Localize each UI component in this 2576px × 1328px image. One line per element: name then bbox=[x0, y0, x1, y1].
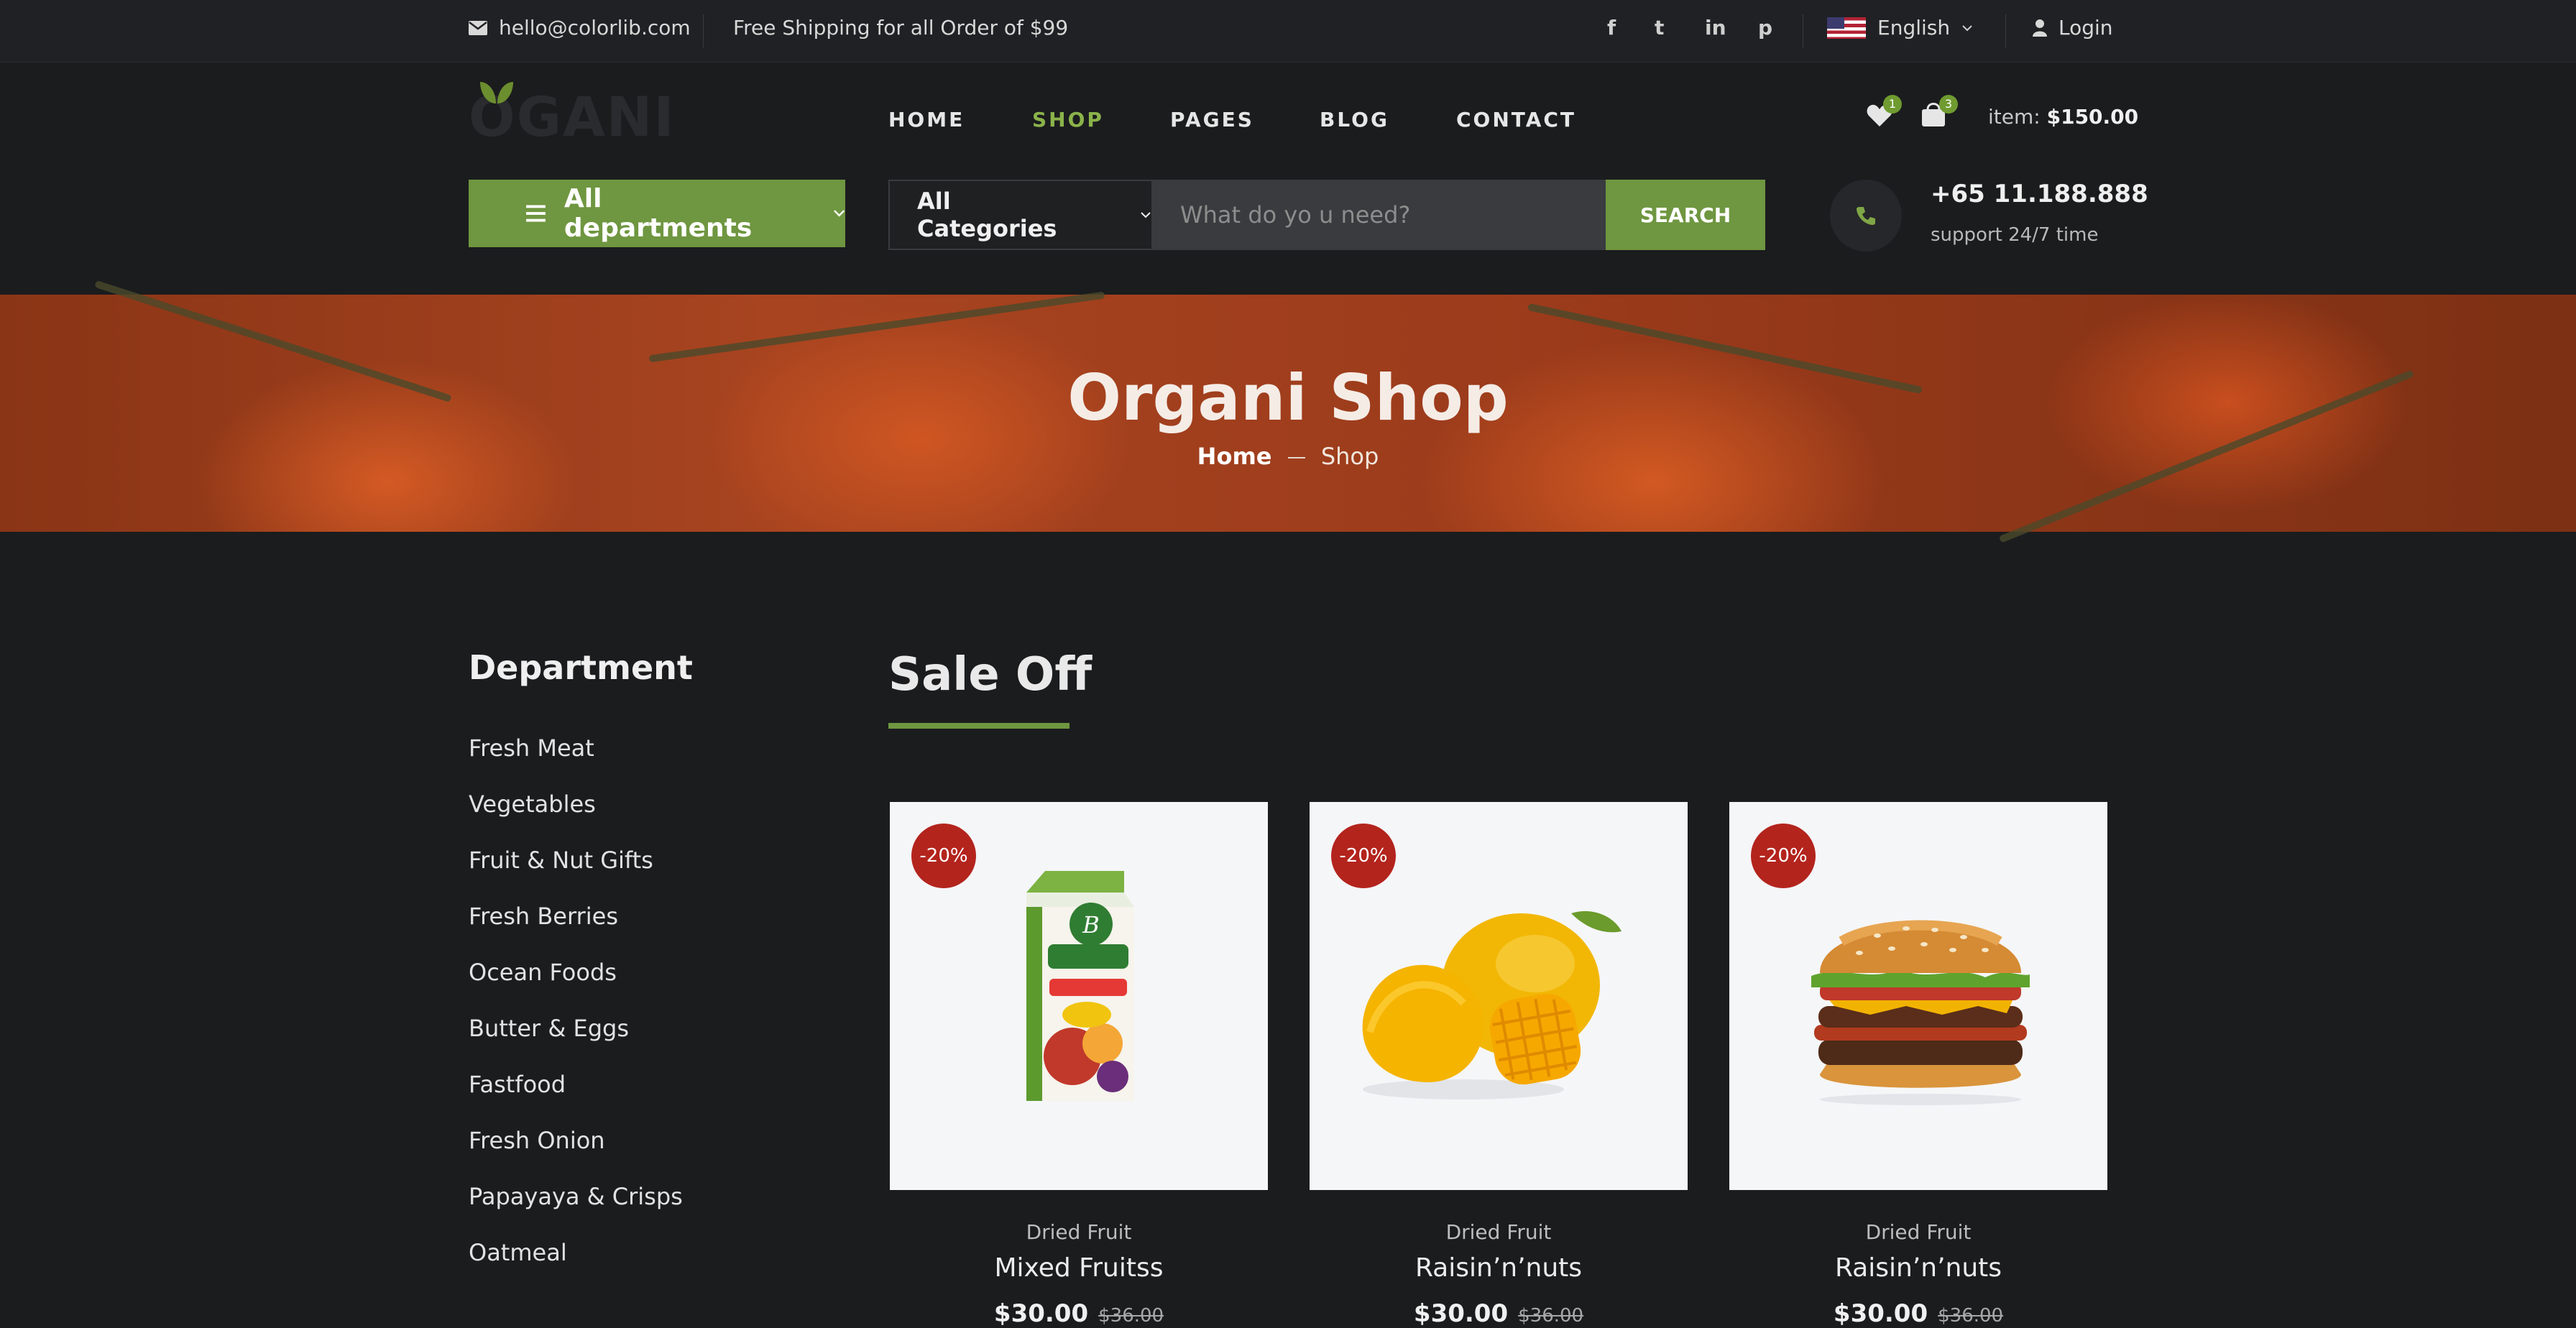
search-input[interactable] bbox=[1153, 180, 1606, 250]
all-departments-label: All departments bbox=[564, 184, 753, 243]
user-icon bbox=[2033, 19, 2047, 37]
cart-total: item: $150.00 bbox=[1988, 105, 2138, 129]
cart-count-badge: 3 bbox=[1939, 95, 1958, 114]
breadcrumb-home[interactable]: Home bbox=[1197, 443, 1272, 470]
nav-home[interactable]: HOME bbox=[888, 108, 965, 132]
product-name[interactable]: Mixed Fruitss bbox=[890, 1253, 1268, 1283]
chevron-down-icon bbox=[1141, 212, 1151, 218]
cart-item-label: item: bbox=[1988, 105, 2041, 129]
mango-image bbox=[1362, 910, 1622, 1099]
linkedin-icon[interactable]: in bbox=[1705, 16, 1726, 40]
cart-item-total: $150.00 bbox=[2046, 105, 2139, 129]
us-flag-icon bbox=[1827, 17, 1866, 39]
tomato-vine-decoration bbox=[648, 291, 1105, 363]
chevron-down-icon bbox=[833, 210, 845, 217]
phone-number: +65 11.188.888 bbox=[1931, 180, 2148, 208]
nav-pages[interactable]: PAGES bbox=[1170, 108, 1254, 132]
all-departments-button[interactable]: All departments bbox=[469, 180, 845, 247]
search-button[interactable]: SEARCH bbox=[1606, 180, 1765, 250]
product-card[interactable]: -20% Dried Fruit Raisin’n’nuts $30.00 $36… bbox=[1310, 802, 1688, 1328]
product-old-price: $36.00 bbox=[1098, 1305, 1164, 1327]
product-name[interactable]: Raisin’n’nuts bbox=[1310, 1253, 1688, 1283]
topbar-divider bbox=[703, 14, 704, 47]
burger-image bbox=[1811, 920, 2030, 1105]
product-old-price: $36.00 bbox=[1938, 1305, 2004, 1327]
sale-off-heading: Sale Off bbox=[888, 648, 1092, 701]
chevron-down-icon bbox=[1962, 24, 1972, 31]
product-category: Dried Fruit bbox=[1865, 1220, 1972, 1244]
product-name[interactable]: Raisin’n’nuts bbox=[1729, 1253, 2107, 1283]
svg-text:B: B bbox=[1082, 911, 1100, 939]
phone-icon-wrapper bbox=[1830, 180, 1902, 252]
product-card[interactable]: -20% Dried Fruit Raisin’n’nuts $30.00 $36… bbox=[1729, 802, 2107, 1328]
product-category: Dried Fruit bbox=[1445, 1220, 1552, 1244]
product-current-price: $30.00 bbox=[1833, 1299, 1928, 1328]
discount-badge: -20% bbox=[1751, 824, 1816, 888]
login-link[interactable]: Login bbox=[2033, 16, 2113, 40]
login-label: Login bbox=[2058, 16, 2113, 40]
page-title: Organi Shop bbox=[1067, 361, 1509, 435]
category-select[interactable]: All Categories bbox=[888, 180, 1153, 250]
discount-badge: -20% bbox=[1331, 824, 1396, 888]
product-price: $30.00 $36.00 bbox=[1310, 1299, 1688, 1328]
cart-button[interactable]: 3 bbox=[1920, 95, 1958, 131]
email-info[interactable]: hello@colorlib.com bbox=[469, 16, 691, 40]
wishlist-button[interactable]: 1 bbox=[1866, 95, 1902, 131]
product-old-price: $36.00 bbox=[1518, 1305, 1584, 1327]
juice-carton-image: B bbox=[1026, 871, 1134, 1101]
site-logo[interactable]: OGANI bbox=[469, 82, 676, 149]
product-price: $30.00 $36.00 bbox=[890, 1299, 1268, 1328]
nav-shop[interactable]: SHOP bbox=[1032, 108, 1104, 132]
product-price: $30.00 $36.00 bbox=[1729, 1299, 2107, 1328]
topbar-divider bbox=[2005, 14, 2006, 47]
breadcrumb-separator bbox=[1287, 457, 1305, 458]
support-text: support 24/7 time bbox=[1931, 224, 2099, 246]
breadcrumb: Home Shop bbox=[0, 443, 2576, 470]
department-item[interactable]: Fresh Meat bbox=[469, 734, 683, 790]
department-item[interactable]: Fastfood bbox=[469, 1071, 683, 1127]
shipping-info: Free Shipping for all Order of $99 bbox=[733, 16, 1068, 40]
department-list: Fresh Meat Vegetables Fruit & Nut Gifts … bbox=[469, 734, 683, 1295]
language-label: English bbox=[1877, 16, 1951, 40]
department-item[interactable]: Butter & Eggs bbox=[469, 1015, 683, 1071]
product-image[interactable]: -20% bbox=[1310, 802, 1688, 1190]
breadcrumb-current: Shop bbox=[1320, 443, 1379, 470]
phone-icon bbox=[1857, 207, 1875, 225]
language-selector[interactable]: English bbox=[1827, 16, 1973, 40]
product-category: Dried Fruit bbox=[1026, 1220, 1132, 1244]
department-item[interactable]: Fresh Onion bbox=[469, 1127, 683, 1183]
department-item[interactable]: Ocean Foods bbox=[469, 959, 683, 1015]
nav-blog[interactable]: BLOG bbox=[1320, 108, 1389, 132]
product-current-price: $30.00 bbox=[1413, 1299, 1509, 1328]
department-item[interactable]: Oatmeal bbox=[469, 1239, 683, 1295]
product-image[interactable]: B -20% bbox=[890, 802, 1268, 1190]
product-image[interactable]: -20% bbox=[1729, 802, 2107, 1190]
top-bar: hello@colorlib.com Free Shipping for all… bbox=[0, 0, 2576, 63]
product-current-price: $30.00 bbox=[993, 1299, 1089, 1328]
envelope-icon bbox=[469, 20, 487, 35]
department-item[interactable]: Papayaya & Crisps bbox=[469, 1183, 683, 1239]
hero-banner: Organi Shop Home Shop bbox=[0, 280, 2576, 543]
product-card[interactable]: B -20% Dried Fruit Mixed Fruitss $30.00 $… bbox=[890, 802, 1268, 1328]
shipping-text: Free Shipping for all Order of $99 bbox=[733, 16, 1069, 40]
department-item[interactable]: Fruit & Nut Gifts bbox=[469, 847, 683, 903]
twitter-icon[interactable]: t bbox=[1655, 16, 1664, 40]
department-item[interactable]: Vegetables bbox=[469, 790, 683, 847]
facebook-icon[interactable]: f bbox=[1607, 16, 1616, 40]
category-select-label: All Categories bbox=[917, 188, 1057, 242]
email-text: hello@colorlib.com bbox=[499, 16, 691, 40]
pinterest-icon[interactable]: p bbox=[1758, 16, 1772, 40]
wishlist-count-badge: 1 bbox=[1883, 95, 1902, 114]
discount-badge: -20% bbox=[911, 824, 976, 888]
nav-contact[interactable]: CONTACT bbox=[1456, 108, 1576, 132]
sale-off-underline bbox=[888, 723, 1070, 729]
hamburger-icon bbox=[526, 205, 546, 222]
department-item[interactable]: Fresh Berries bbox=[469, 903, 683, 959]
department-heading: Department bbox=[469, 648, 693, 687]
